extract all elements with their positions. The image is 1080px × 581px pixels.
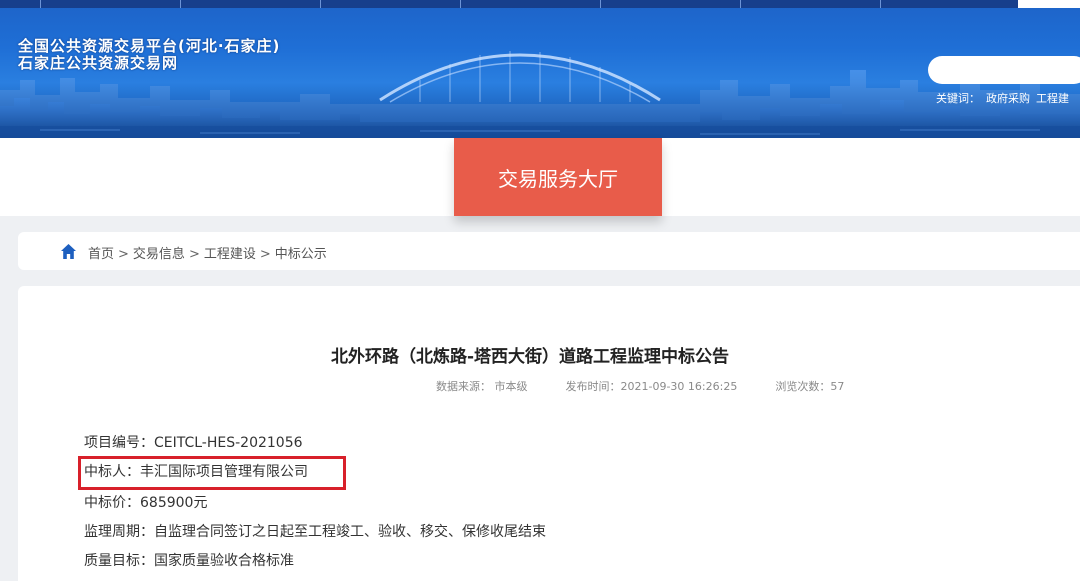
search-input[interactable] [928,56,1080,84]
trading-hall-button[interactable]: 交易服务大厅 [454,138,662,216]
breadcrumb-item-award-notice[interactable]: 中标公示 [275,247,327,262]
home-icon[interactable] [60,243,77,260]
top-nav-strip [0,0,1080,8]
meta-published-time: 发布时间：2021-09-30 16:26:25 [565,380,738,393]
breadcrumb-separator: > [259,247,271,262]
meta-source: 数据来源： 市本级 [436,380,528,393]
article-meta: 数据来源： 市本级 发布时间：2021-09-30 16:26:25 浏览次数：57 [436,378,844,394]
quality-target: 质量目标：国家质量验收合格标准 [84,553,294,569]
site-title-line1: 全国公共资源交易平台(河北·石家庄) [18,37,281,55]
project-number: 项目编号：CEITCL-HES-2021056 [84,435,303,451]
article-panel: 北外环路（北炼路-塔西大街）道路工程监理中标公告 数据来源： 市本级 发布时间：2… [18,286,1080,581]
winning-price: 中标价：685900元 [84,495,208,511]
breadcrumb-separator: > [118,247,129,262]
article-title: 北外环路（北炼路-塔西大街）道路工程监理中标公告 [330,347,730,367]
keyword-link[interactable]: 政府采购 [986,92,1030,105]
header-banner: 全国公共资源交易平台(河北·石家庄) 石家庄公共资源交易网 关键词： 政府采购 工程… [0,0,1080,138]
breadcrumb-separator: > [188,247,200,262]
supervision-period: 监理周期：自监理合同签订之日起至工程竣工、验收、移交、保修收尾结束 [84,524,546,540]
breadcrumb-item-trade-info[interactable]: 交易信息 [133,247,185,262]
keyword-link[interactable]: 工程建 [1036,92,1069,105]
meta-view-count: 浏览次数：57 [775,380,845,393]
keywords-label: 关键词： [936,92,980,105]
breadcrumb-item-construction[interactable]: 工程建设 [204,247,256,262]
site-title: 全国公共资源交易平台(河北·石家庄) 石家庄公共资源交易网 [18,38,280,72]
breadcrumb-item-home[interactable]: 首页 [88,247,114,262]
search-keywords: 关键词： 政府采购 工程建 [936,90,1075,106]
site-title-line2: 石家庄公共资源交易网 [18,54,179,72]
breadcrumb: 首页 > 交易信息 > 工程建设 > 中标公示 [18,232,1080,270]
breadcrumb-trail: 首页 > 交易信息 > 工程建设 > 中标公示 [88,243,327,262]
winning-bidder-highlight [78,456,346,490]
